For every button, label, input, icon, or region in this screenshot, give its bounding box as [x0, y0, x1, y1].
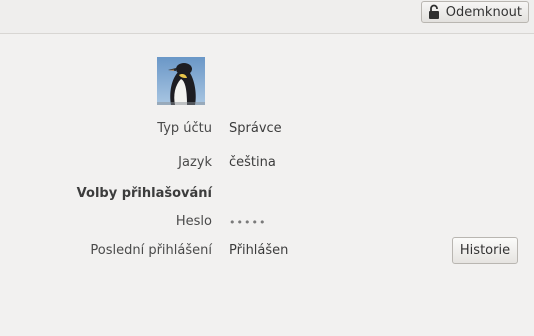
language-label: Jazyk	[178, 155, 212, 170]
user-avatar[interactable]	[157, 57, 205, 105]
header-bar: Odemknout	[0, 0, 534, 34]
account-type-label: Typ účtu	[157, 121, 212, 136]
lock-icon	[428, 4, 440, 20]
unlock-button[interactable]: Odemknout	[420, 1, 529, 23]
password-label: Heslo	[175, 214, 212, 229]
last-login-value: Přihlášen	[229, 243, 289, 258]
language-value[interactable]: čeština	[229, 155, 276, 170]
penguin-avatar-icon	[157, 57, 205, 105]
last-login-label: Poslední přihlášení	[90, 243, 212, 258]
password-value[interactable]: •••••	[229, 216, 266, 229]
history-button[interactable]: Historie	[452, 237, 518, 264]
unlock-label: Odemknout	[445, 4, 522, 20]
login-options-heading: Volby přihlašování	[76, 186, 212, 201]
account-type-value[interactable]: Správce	[229, 121, 282, 136]
